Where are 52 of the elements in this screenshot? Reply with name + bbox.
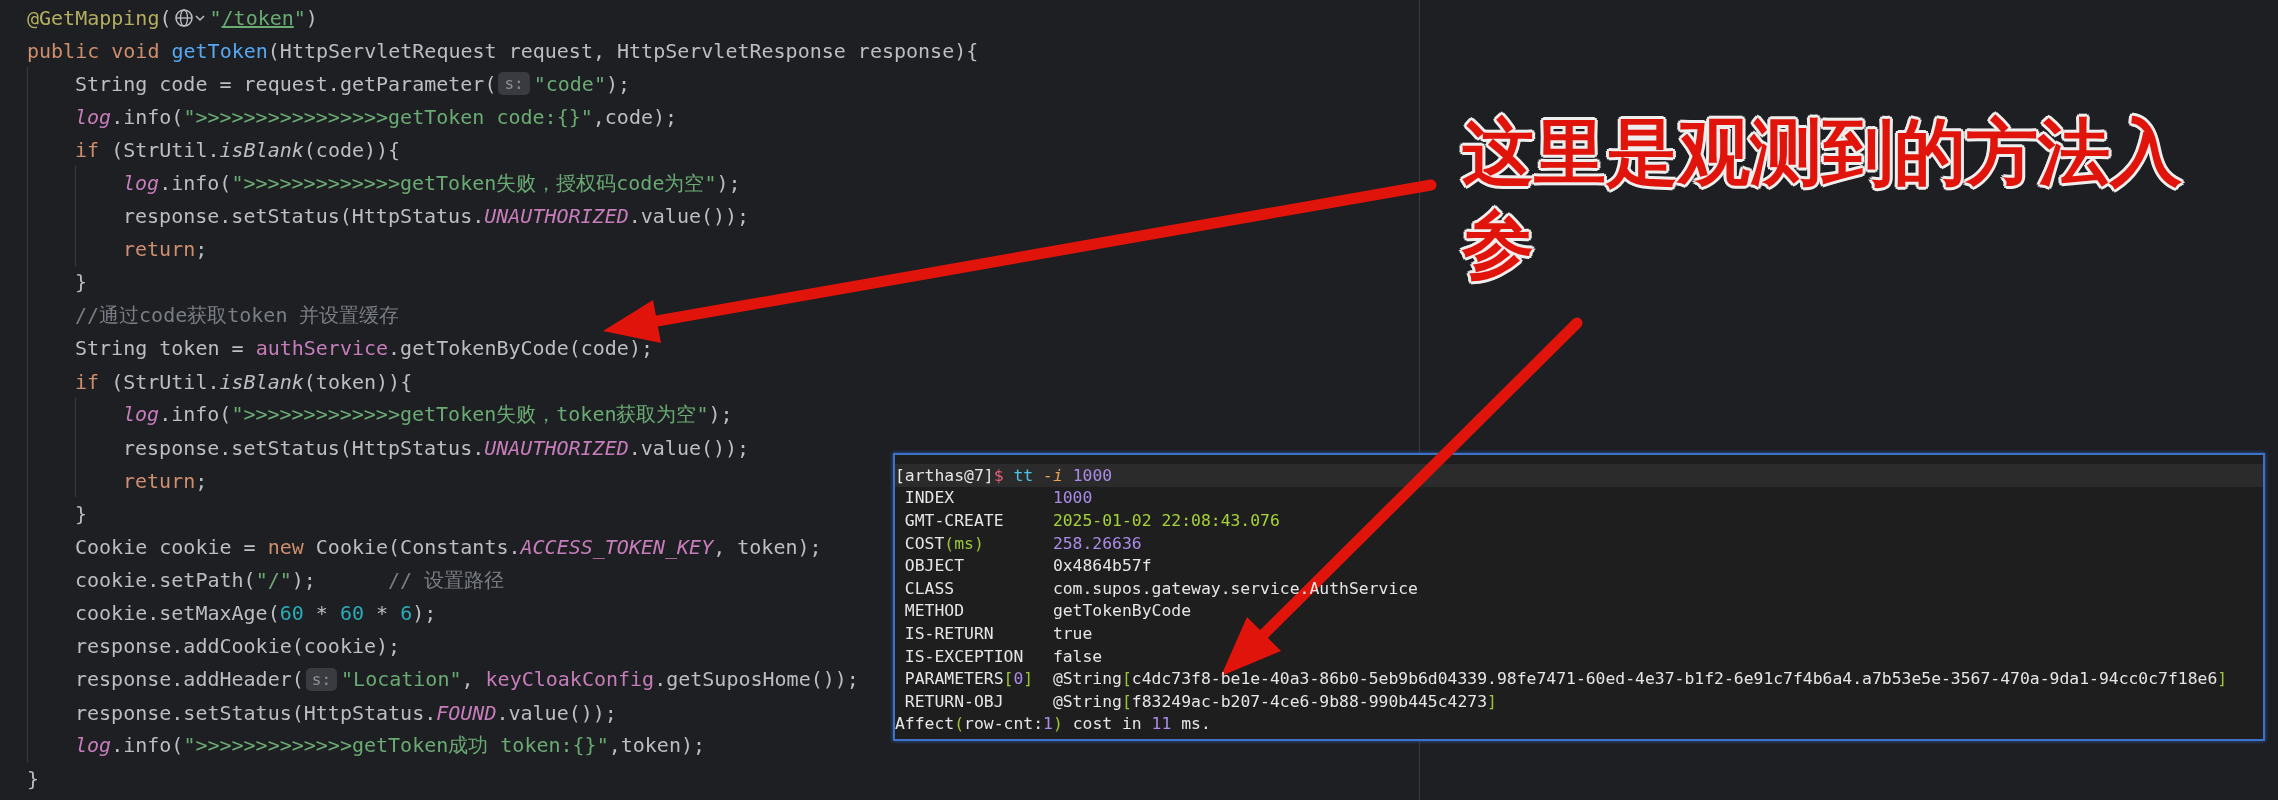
code-text: if (StrUtil.isBlank(token)){ (75, 369, 413, 394)
field-value: @String[c4dc73f8-be1e-40a3-86b0-5eb9b6d04339.98fe7471-60ed-4e37-b1f2-6e91c7f4b6a4.a7b53e5e-3567-470a-9da1-94cc0c7f18e6] (1052, 669, 2228, 689)
field-label: METHOD (903, 601, 966, 621)
code-text: "Location", keyCloakConfig.getSuposHome()); (341, 667, 859, 692)
code-text: } (75, 270, 88, 295)
annotation-text: 这里是观测到的方法入参 (1462, 109, 2183, 288)
code-text: //通过code获取token 并设置缓存 (75, 301, 400, 329)
code-text: log.info(">>>>>>>>>>>>>>>>getToken code:{}",code); (75, 104, 678, 129)
terminal-prompt: [arthas@7]$ tt -i 1000 (895, 465, 1113, 485)
field-value: 1000 (1052, 488, 1093, 508)
field-label: GMT-CREATE (903, 511, 1005, 530)
code-text: if (StrUtil.isBlank(code)){ (75, 137, 401, 162)
terminal-output: Affect(row-cnt:1) cost in 11 ms. (895, 714, 1211, 734)
field-value: true (1052, 623, 1093, 643)
code-text: response.setStatus(HttpStatus.UNAUTHORIZED.value()); (123, 204, 750, 229)
code-text: @GetMapping( (27, 5, 172, 30)
code-text: response.setStatus(HttpStatus.UNAUTHORIZED.value()); (123, 435, 750, 460)
globe-dropdown-icon[interactable] (173, 7, 208, 28)
field-label: COST(ms) (903, 533, 985, 553)
field-label: IS-RETURN (903, 623, 995, 643)
field-value: 258.26636 (1052, 533, 1142, 553)
code-text: public void getToken(HttpServletRequest request, HttpServletResponse response){ (27, 38, 979, 63)
code-text: "/token") (209, 5, 318, 30)
field-value: @String[f83249ac-b207-4ce6-9b88-990b445c4273] (1052, 691, 1497, 711)
code-text: return; (123, 237, 208, 262)
field-label: CLASS (903, 578, 956, 598)
code-text: } (75, 501, 88, 526)
code-text: log.info(">>>>>>>>>>>>>getToken失败，token获取为空"); (123, 401, 733, 429)
field-label: INDEX (903, 488, 956, 508)
code-text: cookie.setPath("/"); // 设置路径 (75, 566, 505, 594)
code-text: log.info(">>>>>>>>>>>>>getToken失败，授权码code为空"); (123, 169, 741, 197)
field-value: getTokenByCode (1052, 601, 1192, 621)
field-label: IS-EXCEPTION (903, 646, 1025, 666)
field-value: 2025-01-02 22:08:43.076 (1052, 511, 1280, 530)
code-text: String code = request.getParameter( (75, 71, 497, 96)
inlay-hint: s: (498, 72, 530, 96)
code-text: log.info(">>>>>>>>>>>>>getToken成功 token:{}",token); (75, 732, 705, 760)
code-text: cookie.setMaxAge(60 * 60 * 6); (75, 601, 437, 626)
code-text: Cookie cookie = new Cookie(Constants.ACCESS_TOKEN_KEY, token); (75, 535, 822, 560)
code-text: String token = authService.getTokenByCode(code); (75, 336, 653, 361)
code-text: response.setStatus(HttpStatus.FOUND.value()); (75, 700, 617, 725)
code-text: } (27, 766, 40, 791)
code-text: response.addCookie(cookie); (75, 634, 401, 659)
field-label: RETURN-OBJ (903, 691, 1005, 711)
code-text: "code"); (533, 71, 631, 96)
field-label: PARAMETERS[0] (903, 669, 1035, 689)
field-label: OBJECT (903, 556, 966, 576)
field-value: 0x4864b57f (1052, 556, 1152, 576)
inlay-hint: s: (305, 667, 338, 691)
field-value: false (1052, 646, 1103, 666)
code-text: response.addHeader( (75, 667, 304, 692)
code-text: return; (123, 468, 208, 493)
